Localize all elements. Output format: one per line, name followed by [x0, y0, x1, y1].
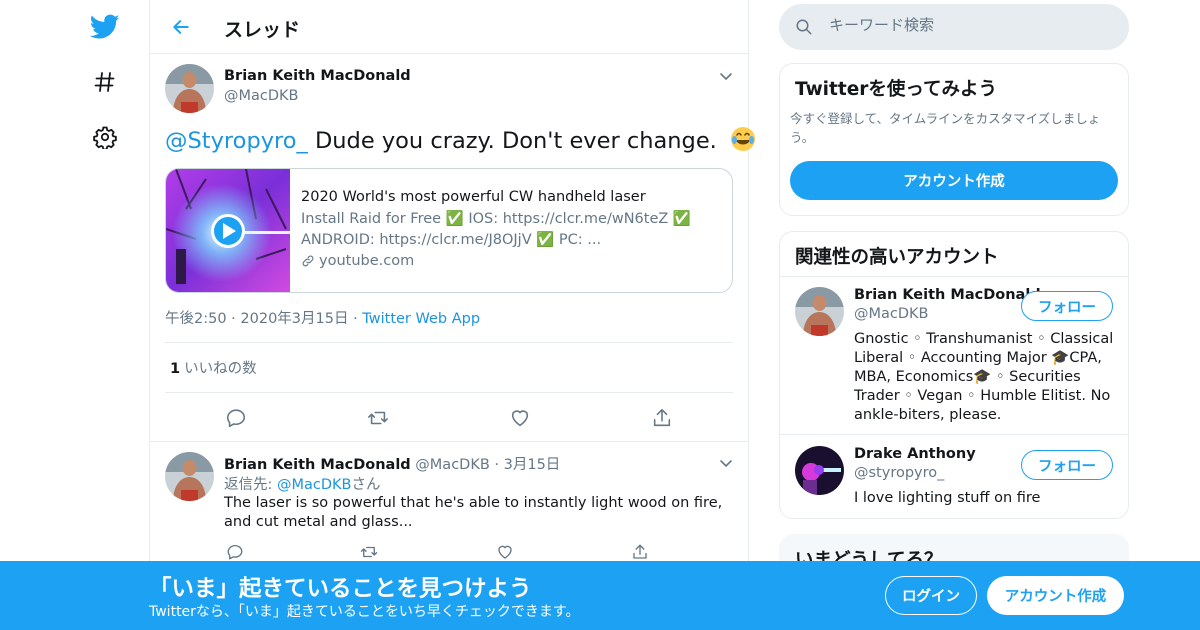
tweet-text: The laser is so powerful that he's able …: [224, 495, 723, 530]
tweet-time[interactable]: 午後2:50: [165, 311, 227, 327]
link-card[interactable]: 2020 World's most powerful CW handheld l…: [165, 168, 733, 293]
author-handle[interactable]: @MacDKB: [224, 88, 299, 104]
reply-prefix: 返信先:: [224, 477, 277, 493]
video-thumbnail[interactable]: [166, 169, 290, 292]
tweet-source[interactable]: Twitter Web App: [362, 311, 480, 327]
tweet-timestamp: 午後2:50 · 2020年3月15日 · Twitter Web App: [165, 307, 480, 328]
avatar[interactable]: [795, 446, 844, 495]
reply-tweet[interactable]: Brian Keith MacDonald @MacDKB · 3月15日 返信…: [150, 441, 748, 581]
left-nav: [0, 0, 150, 630]
account-name[interactable]: Brian Keith MacDonald: [854, 287, 1041, 303]
page: スレッド Brian Keith MacDonald @MacDKB @Styr…: [0, 0, 1200, 630]
card-description: Install Raid for Free ✅ IOS: https://clc…: [301, 211, 691, 248]
related-accounts-panel: 関連性の高いアカウント Brian Keith MacDonald @MacDK…: [779, 231, 1129, 519]
related-title: 関連性の高いアカウント: [795, 247, 999, 268]
gear-icon[interactable]: [85, 117, 125, 157]
account-bio: Gnostic ◦ Transhumanist ◦ Classical Libe…: [854, 331, 1114, 423]
reply-suffix: さん: [351, 477, 381, 493]
retweet-icon[interactable]: [366, 406, 390, 430]
like-label: いいねの数: [184, 361, 257, 377]
card-domain-text: youtube.com: [319, 253, 415, 269]
hashtag-icon[interactable]: [85, 62, 125, 102]
tweet-date[interactable]: 2020年3月15日: [240, 311, 348, 327]
thread-header: スレッド: [150, 0, 748, 54]
account-name[interactable]: Drake Anthony: [854, 446, 976, 462]
banner-signup-button[interactable]: アカウント作成: [987, 576, 1124, 615]
signup-banner: 「いま」起きていることを見つけよう Twitterなら、「いま」起きていることを…: [0, 561, 1200, 630]
search-bar[interactable]: [779, 4, 1129, 50]
divider: [165, 342, 733, 343]
like-heart-icon[interactable]: [508, 406, 532, 430]
author-name[interactable]: Brian Keith MacDonald: [224, 68, 411, 84]
mention-link[interactable]: @MacDKB: [277, 477, 352, 493]
share-icon[interactable]: [650, 406, 674, 430]
page-title: スレッド: [224, 19, 301, 41]
chevron-down-icon[interactable]: [718, 455, 734, 471]
like-count: 1: [170, 361, 181, 377]
reply-icon[interactable]: [224, 406, 248, 430]
account-item[interactable]: Drake Anthony @styropyro_ フォロー I love li…: [780, 436, 1128, 518]
login-button[interactable]: ログイン: [885, 576, 977, 615]
tweet-body: Dude you crazy. Don't ever change.: [314, 128, 717, 154]
signup-panel: Twitterを使ってみよう 今すぐ登録して、タイムラインをカスタマイズしましょ…: [779, 63, 1129, 216]
follow-button[interactable]: フォロー: [1021, 450, 1113, 480]
divider: [165, 392, 733, 393]
meta-separator: ·: [231, 311, 236, 327]
search-input[interactable]: [829, 16, 1109, 34]
create-account-button[interactable]: アカウント作成: [790, 161, 1118, 200]
avatar[interactable]: [795, 287, 844, 336]
search-icon: [796, 19, 812, 35]
banner-title: 「いま」起きていることを見つけよう: [149, 576, 532, 602]
account-handle[interactable]: @styropyro_: [854, 465, 944, 481]
avatar[interactable]: [165, 452, 214, 501]
joy-emoji-icon: [730, 127, 755, 151]
thread-column: スレッド Brian Keith MacDonald @MacDKB @Styr…: [149, 0, 755, 630]
account-bio: I love lighting stuff on fire: [854, 490, 1041, 506]
back-arrow-icon[interactable]: [166, 12, 196, 42]
related-header: 関連性の高いアカウント: [780, 232, 1128, 277]
replying-to: 返信先: @MacDKBさん: [224, 473, 381, 494]
right-sidebar: Twitterを使ってみよう 今すぐ登録して、タイムラインをカスタマイズしましょ…: [779, 0, 1129, 630]
author-name[interactable]: Brian Keith MacDonald: [224, 457, 411, 473]
card-title: 2020 World's most powerful CW handheld l…: [301, 189, 646, 205]
meta-separator: ·: [353, 311, 358, 327]
twitter-bird-icon[interactable]: [85, 7, 125, 47]
signup-description: 今すぐ登録して、タイムラインをカスタマイズしましょう。: [790, 111, 1101, 145]
follow-button[interactable]: フォロー: [1021, 291, 1113, 321]
tweet-text: @Styropyro_ Dude you crazy. Don't ever c…: [165, 126, 756, 156]
signup-title: Twitterを使ってみよう: [795, 79, 997, 100]
link-icon: [302, 255, 314, 267]
reply-header: Brian Keith MacDonald @MacDKB · 3月15日: [224, 453, 560, 474]
avatar[interactable]: [165, 64, 214, 113]
mention-link[interactable]: @Styropyro_: [165, 128, 308, 154]
account-handle[interactable]: @MacDKB: [854, 306, 929, 322]
author-handle[interactable]: @MacDKB: [415, 457, 490, 473]
like-stats[interactable]: 1 いいねの数: [170, 357, 257, 378]
chevron-down-icon[interactable]: [718, 68, 734, 84]
card-domain: youtube.com: [301, 253, 414, 269]
banner-subtitle: Twitterなら、「いま」起きていることをいち早くチェックできます。: [149, 604, 580, 620]
meta-separator: ·: [494, 457, 500, 473]
reply-date[interactable]: 3月15日: [504, 457, 561, 473]
account-item[interactable]: Brian Keith MacDonald @MacDKB フォロー Gnost…: [780, 277, 1128, 435]
